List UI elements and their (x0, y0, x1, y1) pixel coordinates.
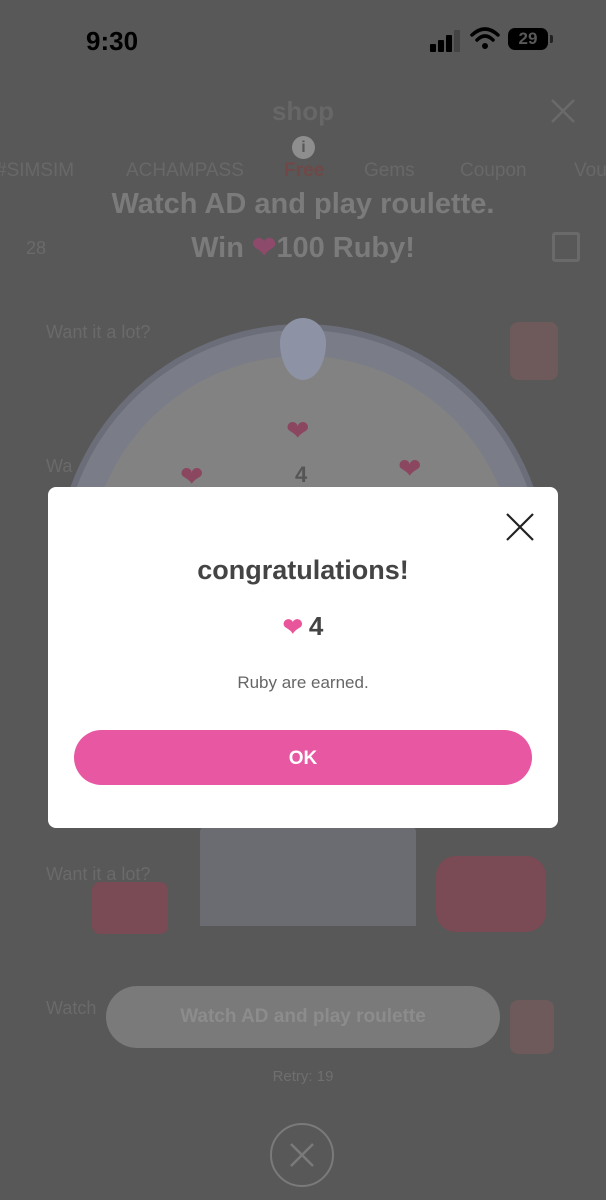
product-image (510, 1000, 554, 1054)
info-icon[interactable]: i (292, 136, 315, 159)
close-icon[interactable] (548, 96, 578, 126)
ruby-balance: 28 (26, 238, 47, 258)
tab-free[interactable]: Free (284, 160, 324, 182)
status-time: 9:30 (86, 26, 139, 56)
ruby-stack-image (92, 882, 168, 934)
close-icon (290, 1143, 314, 1167)
modal-message: Ruby are earned. (237, 673, 369, 692)
tab-achampass[interactable]: ACHAMPASS (126, 160, 244, 182)
ok-button[interactable]: OK (74, 730, 532, 785)
close-roulette-button[interactable] (270, 1123, 334, 1187)
cart-icon[interactable] (552, 232, 580, 262)
battery-icon: 29 (508, 28, 553, 50)
roulette-headline: Watch AD and play roulette. (111, 188, 495, 220)
ruby-pile-image (436, 856, 546, 932)
wheel-segment-value: 4 (295, 462, 308, 487)
status-bar: 9:30 29 (0, 0, 606, 80)
heart-icon: ❤ (282, 614, 303, 641)
reward-amount-row: ❤ 4 (48, 611, 558, 642)
wifi-icon (470, 27, 500, 49)
signal-icon (430, 30, 462, 52)
shop-title: shop (271, 96, 335, 126)
subheadline-win: Win (191, 232, 244, 264)
watch-ad-button[interactable]: Watch AD and play roulette (106, 986, 500, 1048)
modal-title: congratulations! (197, 555, 409, 585)
tab-voucher[interactable]: Vou (574, 160, 606, 182)
row-label: Want it a lot? (46, 322, 151, 342)
heart-icon: ❤ (286, 415, 310, 446)
product-image (510, 322, 558, 380)
reward-amount: 4 (308, 611, 324, 641)
row-label: Wa (46, 456, 73, 476)
heart-icon: ❤ (252, 232, 277, 264)
close-icon[interactable] (504, 511, 536, 543)
subheadline-amount: 100 Ruby! (276, 232, 415, 264)
roulette-subheadline: Win ❤100 Ruby! (0, 230, 606, 265)
tab-gems[interactable]: Gems (364, 160, 415, 182)
tab-coupon[interactable]: Coupon (460, 160, 527, 182)
heart-icon: ❤ (398, 453, 422, 484)
retry-count: Retry: 19 (272, 1068, 334, 1085)
tab-simsim[interactable]: #SIMSIM (0, 160, 74, 182)
row-label: Watch (46, 998, 97, 1018)
shop-tabs: #SIMSIM ACHAMPASS Free Gems Coupon Vou (0, 160, 606, 190)
roulette-stand (200, 826, 416, 926)
congrats-modal: congratulations! ❤ 4 Ruby are earned. OK (48, 487, 558, 828)
